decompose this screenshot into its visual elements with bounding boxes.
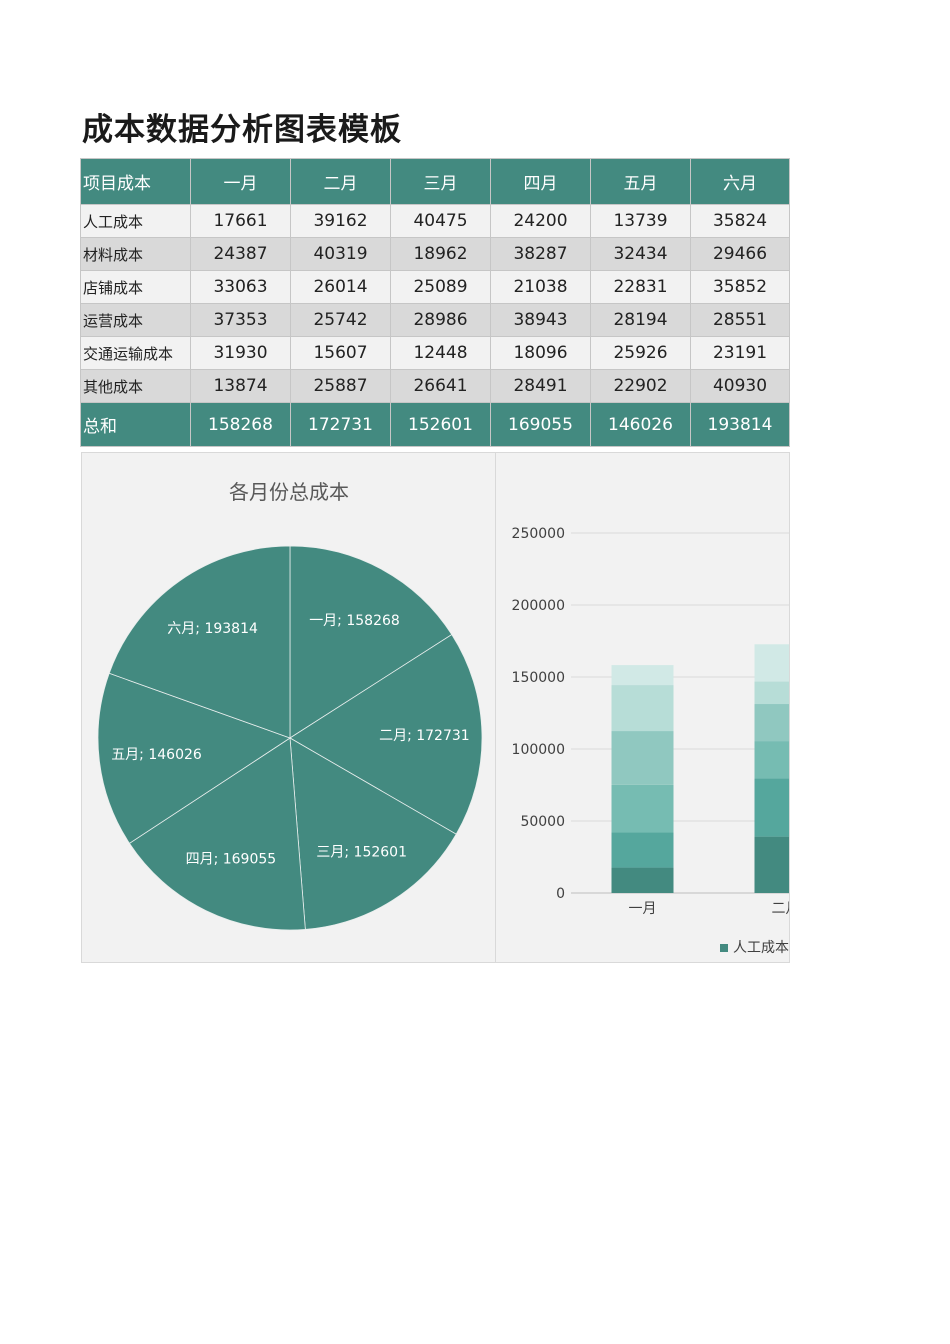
bar-segment xyxy=(754,681,789,705)
table-cell: 29466 xyxy=(690,237,790,271)
table-cell: 38287 xyxy=(490,237,591,271)
table-row: 店铺成本 33063 26014 25089 21038 22831 35852 xyxy=(80,270,790,304)
header-cell: 项目成本 xyxy=(80,158,191,205)
table-cell: 35824 xyxy=(690,204,790,238)
table-cell: 33063 xyxy=(190,270,291,304)
total-label: 总和 xyxy=(80,402,191,447)
legend-label: 人工成本 xyxy=(733,940,789,956)
y-tick-label: 150000 xyxy=(512,670,565,686)
table-cell: 23191 xyxy=(690,336,790,370)
pie-data-label: 二月; 172731 xyxy=(379,728,470,744)
table-row: 其他成本 13874 25887 26641 28491 22902 40930 xyxy=(80,369,790,403)
table-cell: 13739 xyxy=(590,204,691,238)
y-tick-label: 100000 xyxy=(512,742,565,758)
table-cell: 28491 xyxy=(490,369,591,403)
table-row: 交通运输成本 31930 15607 12448 18096 25926 231… xyxy=(80,336,790,370)
bar-chart-panel: 0 50000 100000 150000 200000 250000 一月 二月 人工成本 xyxy=(495,452,790,963)
table-cell: 22831 xyxy=(590,270,691,304)
table-cell: 32434 xyxy=(590,237,691,271)
bar-segment xyxy=(611,665,674,686)
bar-segment xyxy=(611,867,674,893)
pie-data-label: 五月; 146026 xyxy=(111,747,202,763)
table-cell: 12448 xyxy=(390,336,491,370)
total-cell: 158268 xyxy=(190,402,291,447)
total-cell: 172731 xyxy=(290,402,391,447)
table-cell: 28194 xyxy=(590,303,691,337)
table-cell: 28986 xyxy=(390,303,491,337)
table-cell: 25089 xyxy=(390,270,491,304)
total-row: 总和 158268 172731 152601 169055 146026 19… xyxy=(80,402,790,447)
pie-data-label: 六月; 193814 xyxy=(167,621,258,637)
table-cell: 26641 xyxy=(390,369,491,403)
header-cell: 五月 xyxy=(590,158,691,205)
y-tick-label: 200000 xyxy=(512,598,565,614)
y-tick-label: 50000 xyxy=(520,814,565,830)
bar-segment xyxy=(611,685,674,732)
table-cell: 18962 xyxy=(390,237,491,271)
row-label: 其他成本 xyxy=(80,369,191,403)
bar-segment xyxy=(611,731,674,785)
header-cell: 四月 xyxy=(490,158,591,205)
pie-chart-panel: 各月份总成本 一月; 158268 二月; 172731 三月; 152601 四月;… xyxy=(81,452,496,963)
table-cell: 40319 xyxy=(290,237,391,271)
table-cell: 28551 xyxy=(690,303,790,337)
bar-segment xyxy=(754,704,789,742)
pie-data-label: 三月; 152601 xyxy=(316,845,407,861)
table-cell: 15607 xyxy=(290,336,391,370)
table-cell: 18096 xyxy=(490,336,591,370)
pie-chart-title: 各月份总成本 xyxy=(229,480,349,504)
bar-segment xyxy=(611,832,674,868)
row-label: 交通运输成本 xyxy=(80,336,191,370)
total-cell: 152601 xyxy=(390,402,491,447)
bar-segment xyxy=(611,784,674,833)
total-cell: 146026 xyxy=(590,402,691,447)
x-tick-label: 一月 xyxy=(629,901,657,917)
pie-data-label: 四月; 169055 xyxy=(186,852,277,868)
cost-table: 项目成本 一月 二月 三月 四月 五月 六月 人工成本 17661 39162 … xyxy=(80,158,790,447)
page-title: 成本数据分析图表模板 xyxy=(82,112,402,148)
y-tick-label: 0 xyxy=(556,886,565,902)
table-cell: 24387 xyxy=(190,237,291,271)
row-label: 运营成本 xyxy=(80,303,191,337)
x-tick-label: 二月 xyxy=(772,901,790,917)
table-cell: 39162 xyxy=(290,204,391,238)
bar-segment xyxy=(754,836,789,893)
table-cell: 24200 xyxy=(490,204,591,238)
table-cell: 25926 xyxy=(590,336,691,370)
table-cell: 22902 xyxy=(590,369,691,403)
total-cell: 169055 xyxy=(490,402,591,447)
table-cell: 35852 xyxy=(690,270,790,304)
table-cell: 25887 xyxy=(290,369,391,403)
table-cell: 37353 xyxy=(190,303,291,337)
table-cell: 17661 xyxy=(190,204,291,238)
row-label: 材料成本 xyxy=(80,237,191,271)
table-row: 人工成本 17661 39162 40475 24200 13739 35824 xyxy=(80,204,790,238)
table-cell: 26014 xyxy=(290,270,391,304)
table-row: 材料成本 24387 40319 18962 38287 32434 29466 xyxy=(80,237,790,271)
row-label: 人工成本 xyxy=(80,204,191,238)
header-cell: 三月 xyxy=(390,158,491,205)
table-row: 运营成本 37353 25742 28986 38943 28194 28551 xyxy=(80,303,790,337)
bar-segment xyxy=(754,778,789,837)
header-cell: 一月 xyxy=(190,158,291,205)
bar-segment xyxy=(754,644,789,682)
stacked-bar-chart: 0 50000 100000 150000 200000 250000 一月 二月 人工成本 xyxy=(512,526,790,956)
table-cell: 13874 xyxy=(190,369,291,403)
table-header-row: 项目成本 一月 二月 三月 四月 五月 六月 xyxy=(80,158,790,205)
row-label: 店铺成本 xyxy=(80,270,191,304)
table-cell: 31930 xyxy=(190,336,291,370)
table-cell: 40475 xyxy=(390,204,491,238)
total-cell: 193814 xyxy=(690,402,790,447)
table-cell: 38943 xyxy=(490,303,591,337)
y-tick-label: 250000 xyxy=(512,526,565,542)
header-cell: 六月 xyxy=(690,158,790,205)
pie-chart: 各月份总成本 一月; 158268 二月; 172731 三月; 152601 四月;… xyxy=(97,480,483,931)
table-cell: 25742 xyxy=(290,303,391,337)
pie-data-label: 一月; 158268 xyxy=(309,613,400,629)
table-cell: 40930 xyxy=(690,369,790,403)
legend-swatch xyxy=(720,944,728,952)
table-cell: 21038 xyxy=(490,270,591,304)
bar-segment xyxy=(754,741,789,779)
header-cell: 二月 xyxy=(290,158,391,205)
